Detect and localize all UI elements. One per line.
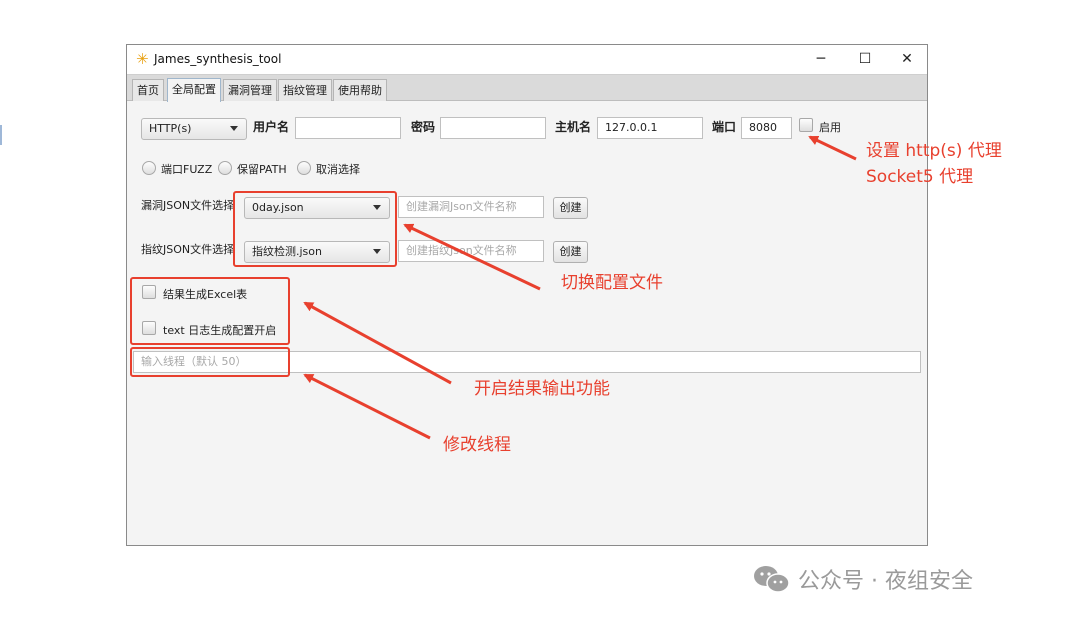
proxy-arrow [808,135,857,161]
annotation-switch-config: 切换配置文件 [561,273,663,293]
annotation-proxy-line1: 设置 http(s) 代理 [866,141,1002,161]
annotation-threads: 修改线程 [443,435,511,455]
annotation-output: 开启结果输出功能 [474,379,610,399]
watermark-text: 公众号 · 夜组安全 [798,569,973,594]
annotation-proxy-line2: Socket5 代理 [866,167,974,187]
wechat-icon [754,566,790,593]
config-arrow [403,223,541,291]
annotation-arrows [303,135,857,440]
output-arrow [303,301,452,385]
threads-arrow [303,373,431,440]
